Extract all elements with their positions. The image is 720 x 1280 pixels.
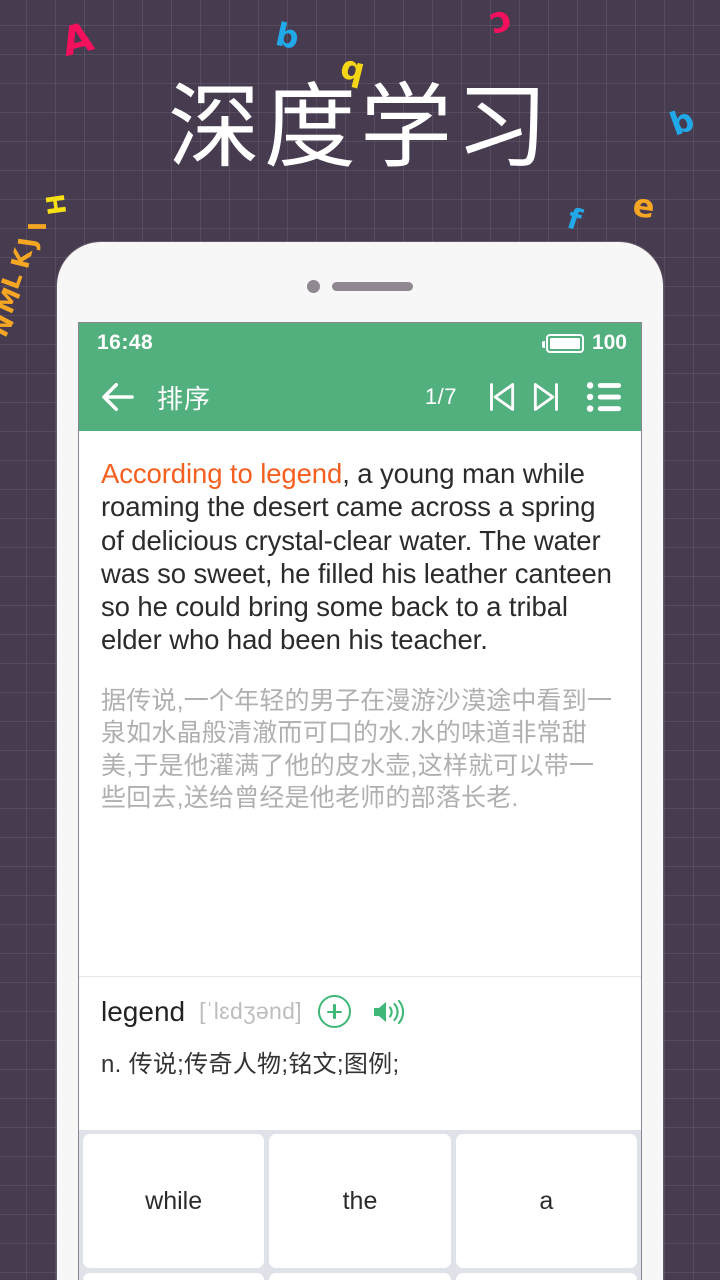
app-bar-title: 排序: [157, 383, 212, 414]
status-bar: 16:48 100: [79, 323, 641, 363]
speaker-volume-icon[interactable]: [371, 997, 407, 1027]
dictionary-header: legend [ˈlɛdʒənd]: [101, 995, 619, 1028]
dictionary-definition: n. 传说;传奇人物;铭文;图例;: [101, 1051, 400, 1078]
arc-letter: H: [40, 192, 73, 217]
word-tile[interactable]: roaming: [269, 1273, 451, 1280]
page-indicator: 1/7: [424, 384, 457, 409]
app-bar: 排序 1/7: [79, 363, 641, 431]
reading-pane[interactable]: According to legend, a young man while r…: [79, 431, 641, 976]
word-tile-tray: whilethea young roaming man: [79, 1130, 641, 1280]
dictionary-phonetic: [ˈlɛdʒənd]: [199, 998, 302, 1024]
list-menu-icon[interactable]: [585, 380, 623, 414]
word-tile[interactable]: the: [269, 1134, 451, 1268]
skip-previous-icon[interactable]: [481, 377, 521, 417]
arc-letter: I: [23, 221, 53, 232]
plus-circle-icon[interactable]: [317, 995, 351, 1028]
status-bar-right: 100: [541, 331, 627, 355]
arc-letter: K: [5, 245, 39, 272]
status-time: 16:48: [97, 331, 154, 354]
word-tile[interactable]: man: [455, 1273, 637, 1280]
passage-english: According to legend, a young man while r…: [101, 457, 619, 657]
back-arrow-icon[interactable]: [97, 376, 139, 418]
passage-highlight[interactable]: According to legend: [101, 458, 342, 489]
word-tile[interactable]: a: [455, 1134, 637, 1268]
word-tile[interactable]: while: [83, 1134, 265, 1268]
dictionary-word: legend: [101, 995, 186, 1027]
battery-full-icon: [541, 333, 584, 353]
passage-chinese: 据传说,一个年轻的男子在漫游沙漠途中看到一泉如水晶般清澈而可口的水.水的味道非常…: [101, 686, 613, 813]
phone-screen: 16:48 100 排序 1/7 According to legend, a …: [78, 322, 642, 1280]
word-tile[interactable]: young: [83, 1273, 265, 1280]
dictionary-card: legend [ˈlɛdʒənd] n. 传说;传奇人物;铭文;图例;: [79, 976, 641, 1130]
skip-next-icon[interactable]: [527, 377, 567, 417]
phone-mockup-frame: 16:48 100 排序 1/7 According to legend, a …: [57, 242, 663, 1280]
earpiece-speaker-icon: [332, 282, 413, 291]
page-title: 深度学习: [167, 77, 552, 179]
phone-hardware-row: [57, 280, 663, 293]
front-camera-icon: [307, 280, 320, 293]
battery-level-label: 100: [591, 331, 627, 354]
